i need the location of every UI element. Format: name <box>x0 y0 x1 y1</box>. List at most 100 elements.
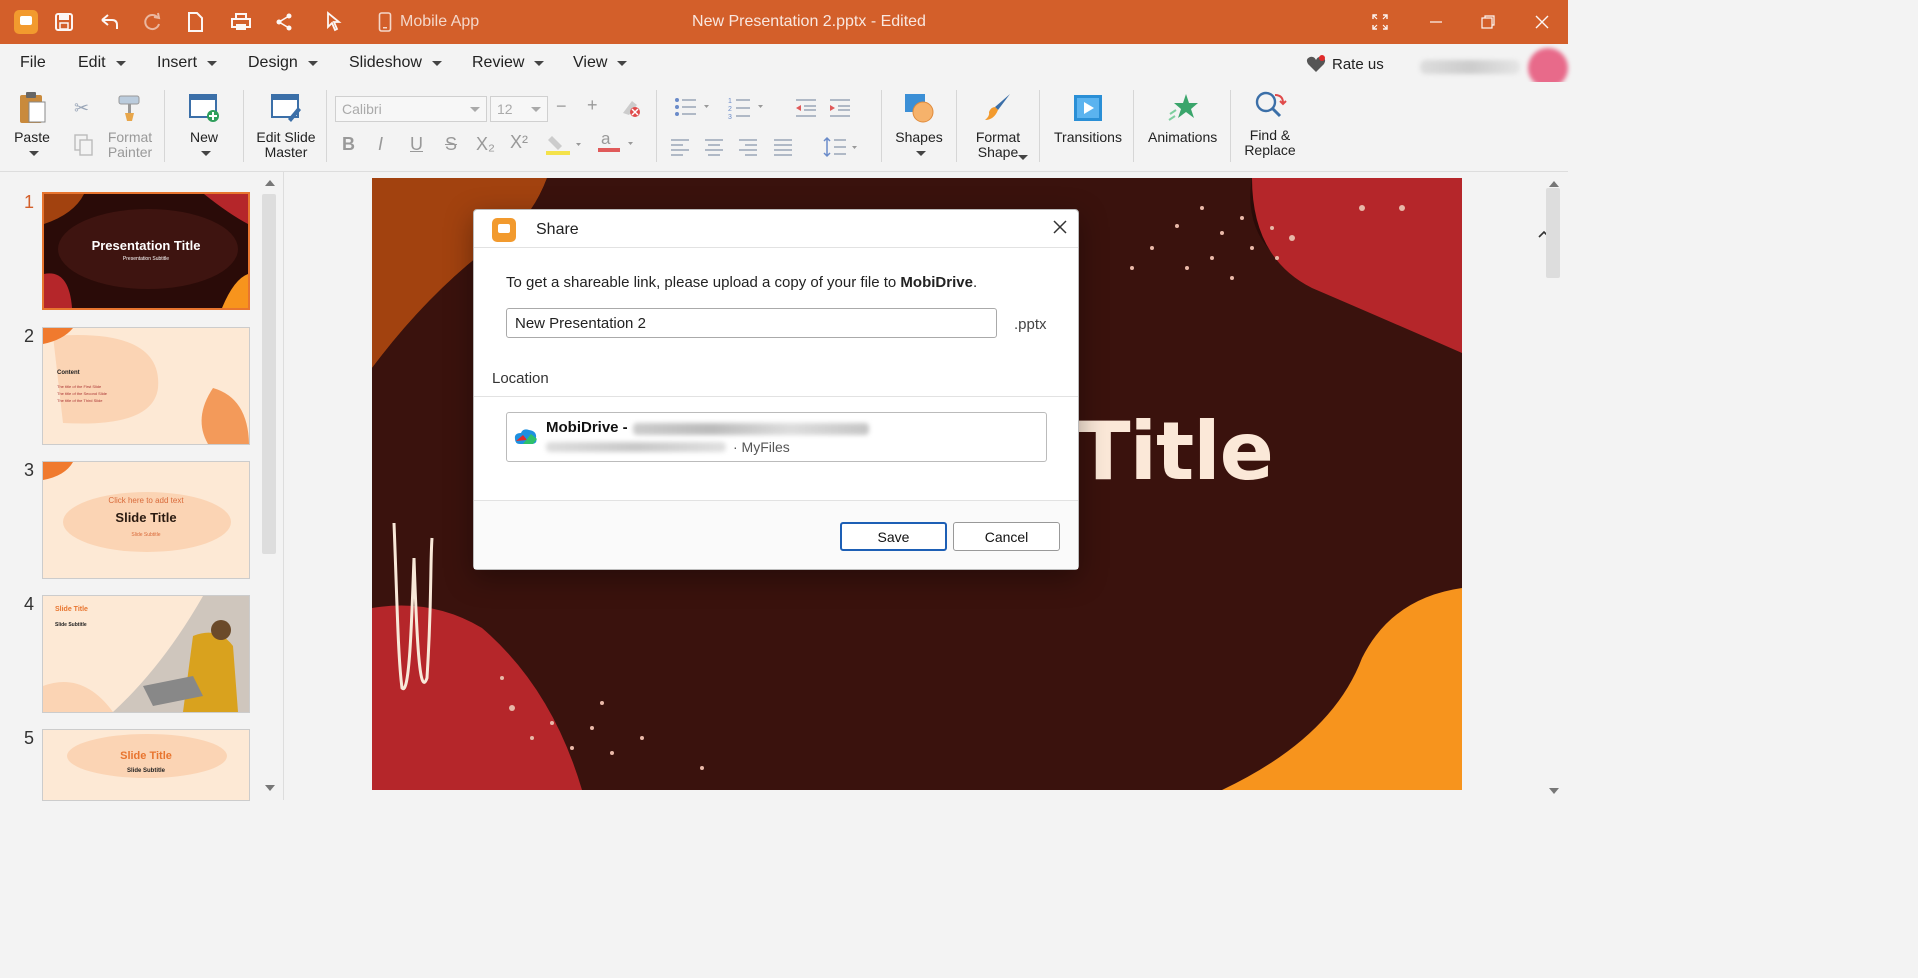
file-name-input[interactable] <box>506 308 997 338</box>
paint-brush-icon <box>112 90 148 126</box>
font-color-icon[interactable]: a <box>598 129 640 161</box>
bold-button[interactable]: B <box>342 134 355 155</box>
menu-edit[interactable]: Edit <box>78 54 126 72</box>
shapes-label: Shapes <box>895 129 943 145</box>
chevron-down-icon <box>29 151 39 156</box>
menu-file-label: File <box>20 54 46 71</box>
menu-view[interactable]: View <box>573 54 628 72</box>
chevron-down-icon <box>531 107 541 112</box>
mobidrive-icon <box>513 427 539 447</box>
restore-icon[interactable] <box>1480 10 1496 34</box>
menu-design[interactable]: Design <box>248 54 318 72</box>
transitions-icon <box>1070 90 1106 126</box>
close-icon[interactable] <box>1052 216 1068 240</box>
strikethrough-button[interactable]: S <box>445 134 457 155</box>
chevron-down-icon <box>201 151 211 156</box>
menu-slideshow[interactable]: Slideshow <box>349 54 442 72</box>
animations-button[interactable]: Animations <box>1148 90 1217 145</box>
underline-button[interactable]: U <box>410 134 423 155</box>
transitions-button[interactable]: Transitions <box>1054 90 1122 145</box>
ribbon-separator <box>656 90 657 162</box>
rate-us-label: Rate us <box>1332 55 1384 73</box>
svg-text:1: 1 <box>728 98 732 105</box>
copy-icon[interactable] <box>74 134 94 161</box>
location-name: MobiDrive - <box>546 419 628 436</box>
ribbon-separator <box>956 90 957 162</box>
location-picker[interactable]: MobiDrive - · MyFiles <box>506 412 1047 462</box>
cancel-button[interactable]: Cancel <box>953 522 1060 551</box>
new-slide-button[interactable]: New <box>186 90 222 156</box>
superscript-button[interactable]: X² <box>510 132 528 153</box>
thumbnail-title: Slide Title <box>55 606 88 613</box>
canvas-scrollbar[interactable] <box>1546 188 1560 278</box>
find-replace-label: Find & Replace <box>1244 127 1296 158</box>
font-size-select[interactable]: 12 <box>490 96 548 122</box>
scroll-down-arrow[interactable] <box>265 785 275 791</box>
chevron-down-icon <box>207 60 218 66</box>
message-service: MobiDrive <box>900 274 973 291</box>
highlight-icon[interactable] <box>546 134 586 161</box>
find-replace-icon <box>1252 88 1288 124</box>
chevron-down-icon <box>431 60 442 66</box>
account-name-redacted <box>1420 60 1520 74</box>
edit-slide-master-button[interactable]: Edit Slide Master <box>256 90 316 160</box>
dialog-divider <box>474 396 1078 397</box>
format-shape-button[interactable]: Format Shape <box>970 90 1026 160</box>
dialog-title: Share <box>536 221 579 238</box>
menu-insert[interactable]: Insert <box>157 54 218 72</box>
paste-button[interactable]: Paste <box>14 90 50 156</box>
menu-review[interactable]: Review <box>472 54 545 72</box>
chevron-down-icon <box>307 60 318 66</box>
font-name-select[interactable]: Calibri <box>335 96 487 122</box>
thumbnails-scrollbar[interactable] <box>262 194 276 554</box>
increase-indent-icon[interactable] <box>828 98 852 123</box>
slide-number: 5 <box>24 728 35 748</box>
chevron-down-icon <box>617 60 628 66</box>
shapes-button[interactable]: Shapes <box>895 90 943 156</box>
numbered-list-icon[interactable]: 123 <box>728 96 768 125</box>
canvas-scroll-up-arrow[interactable] <box>1549 181 1559 187</box>
fullscreen-icon[interactable] <box>1372 10 1388 34</box>
increase-font-icon[interactable]: + <box>587 95 598 116</box>
slide-thumbnail-3[interactable]: Click here to add text Slide Title Slide… <box>42 461 250 579</box>
star-icon <box>1165 90 1201 126</box>
slide-thumbnail-1[interactable]: Presentation Title Presentation Subtitle <box>42 192 250 310</box>
scroll-up-arrow[interactable] <box>265 180 275 186</box>
menu-file[interactable]: File <box>20 54 46 72</box>
justify-icon[interactable] <box>773 138 793 161</box>
rate-us-button[interactable]: Rate us <box>1306 55 1384 73</box>
font-name-value: Calibri <box>342 101 382 117</box>
canvas-scroll-down-arrow[interactable] <box>1549 788 1559 794</box>
slide-title-text[interactable]: Title <box>1076 405 1274 498</box>
italic-button[interactable]: I <box>378 134 383 155</box>
message-suffix: . <box>972 274 978 291</box>
thumbnail-list-item: The title of the Third Slide <box>57 398 103 403</box>
bullet-list-icon[interactable] <box>674 96 714 123</box>
line-spacing-icon[interactable] <box>822 136 864 163</box>
location-label: Location <box>492 370 549 387</box>
minimize-icon[interactable] <box>1428 10 1444 34</box>
thumbnail-list-item: The title of the First Slide <box>57 384 102 389</box>
slide-number: 4 <box>24 594 35 614</box>
align-center-icon[interactable] <box>704 138 724 161</box>
svg-text:a: a <box>601 130 611 148</box>
save-button[interactable]: Save <box>840 522 947 551</box>
slide-thumbnail-2[interactable]: Content The title of the First Slide The… <box>42 327 250 445</box>
svg-text:3: 3 <box>728 114 732 120</box>
ribbon-separator <box>164 90 165 162</box>
decrease-indent-icon[interactable] <box>794 98 818 123</box>
subscript-button[interactable]: X₂ <box>476 134 495 155</box>
clear-formatting-icon[interactable] <box>620 98 642 123</box>
align-right-icon[interactable] <box>738 138 758 161</box>
slide-thumbnail-5[interactable]: Slide Title Slide Subtitle <box>42 729 250 801</box>
format-painter-label: Format Painter <box>107 129 153 160</box>
find-replace-button[interactable]: Find & Replace <box>1244 88 1296 158</box>
slide-thumbnail-4[interactable]: Slide Title Slide Subtitle <box>42 595 250 713</box>
close-window-icon[interactable] <box>1534 10 1550 34</box>
slide-master-icon <box>268 90 304 126</box>
cut-icon[interactable]: ✂ <box>74 98 89 119</box>
format-painter-button[interactable]: Format Painter <box>104 90 156 160</box>
align-left-icon[interactable] <box>670 138 690 161</box>
decrease-font-icon[interactable]: − <box>556 96 567 117</box>
thumbnail-hint: Click here to add text <box>108 496 184 505</box>
